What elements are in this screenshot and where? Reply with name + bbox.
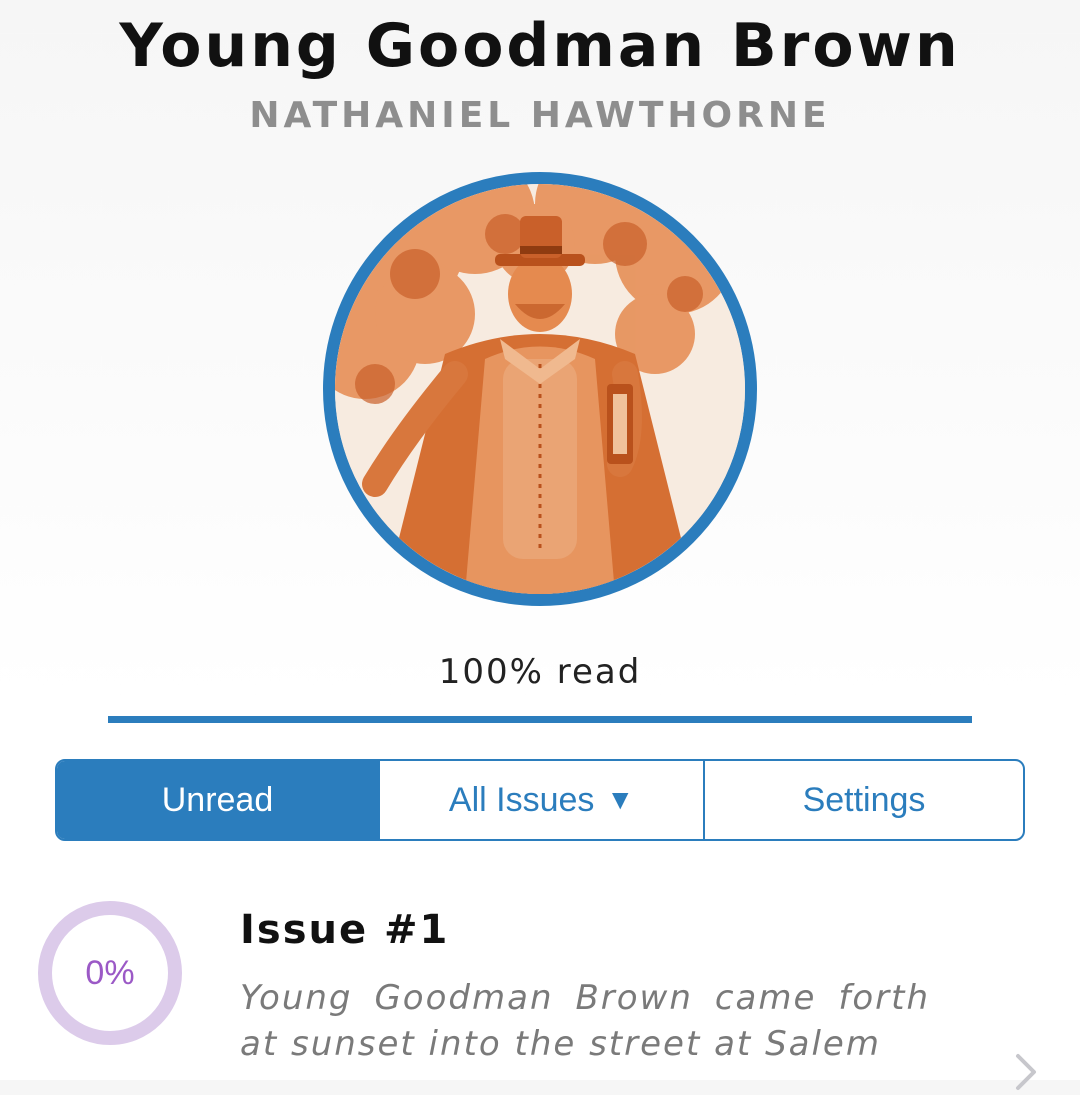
statue-illustration — [335, 184, 745, 594]
issue-excerpt[interactable]: Young Goodman Brown came forth at sunset… — [240, 975, 930, 1095]
chevron-right-icon[interactable] — [1008, 1052, 1048, 1092]
tab-all-issues[interactable]: All Issues ▼ — [378, 761, 703, 839]
tab-unread[interactable]: Unread — [57, 761, 378, 839]
dropdown-caret-icon: ▼ — [606, 784, 635, 815]
tab-settings[interactable]: Settings — [703, 761, 1023, 839]
book-cover-image — [323, 172, 757, 606]
issue-title[interactable]: Issue #1 — [240, 904, 449, 956]
book-title: Young Goodman Brown — [119, 11, 961, 81]
tab-all-issues-label: All Issues — [448, 780, 595, 819]
book-author: NATHANIEL HAWTHORNE — [249, 95, 831, 136]
reading-progress-label: 100% read — [438, 652, 642, 692]
tab-settings-label: Settings — [802, 780, 926, 819]
reading-progress-fill — [108, 716, 972, 723]
tab-unread-label: Unread — [161, 780, 274, 819]
reading-progress-bar — [108, 716, 972, 723]
issue-progress-percent: 0% — [85, 953, 135, 992]
filter-segmented-control: Unread All Issues ▼ Settings — [55, 759, 1025, 841]
